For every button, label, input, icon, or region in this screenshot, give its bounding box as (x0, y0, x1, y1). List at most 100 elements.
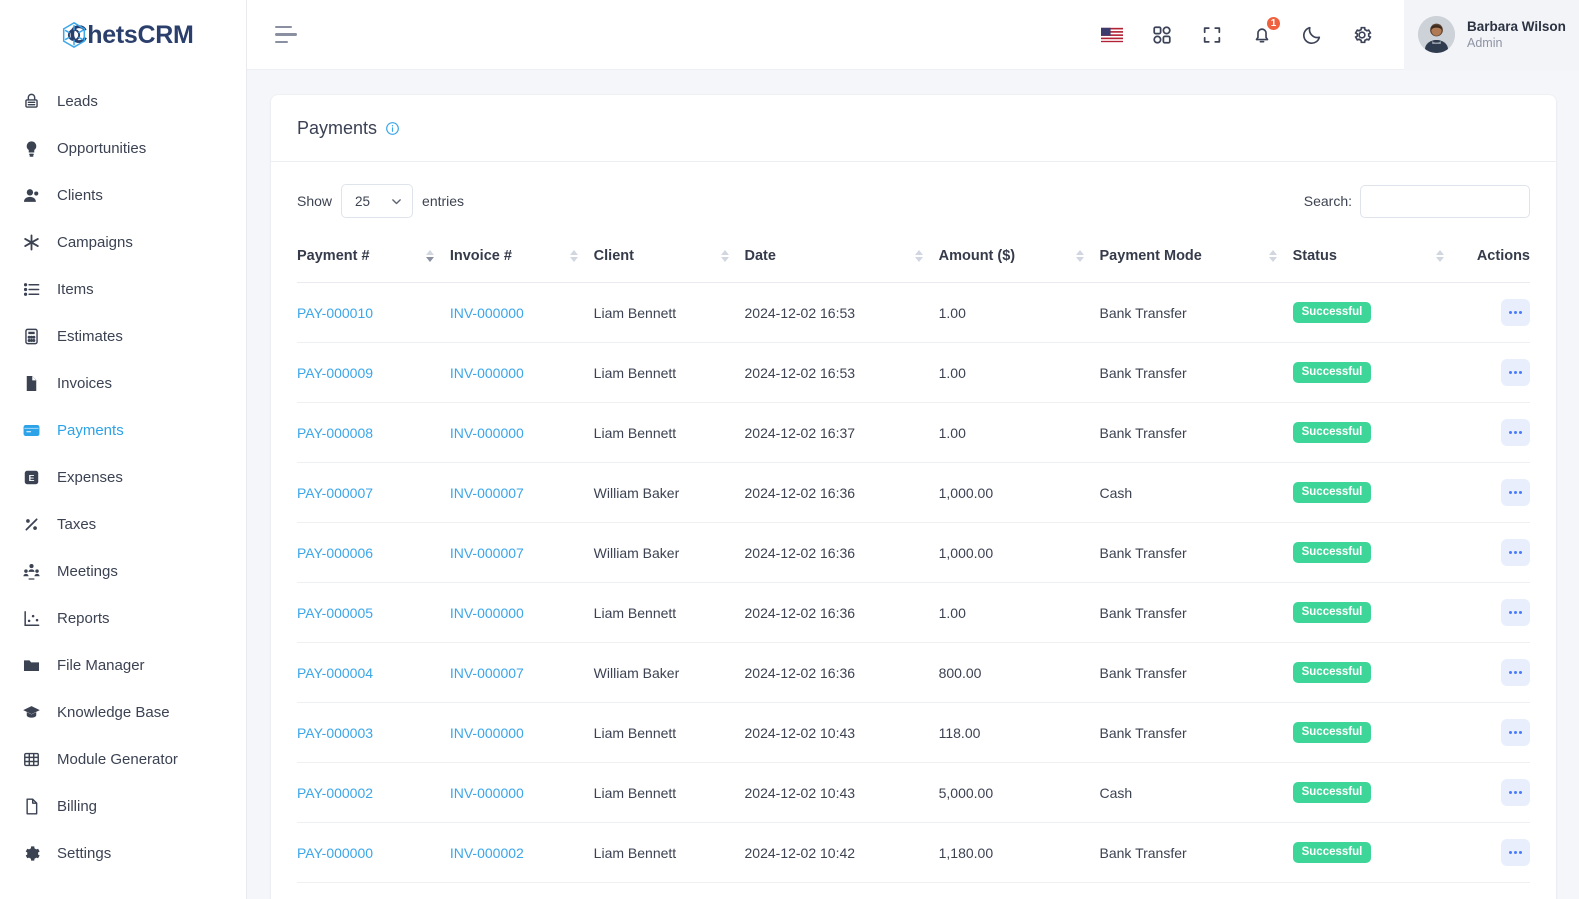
column-header-date[interactable]: Date (744, 238, 939, 283)
sidebar-item-opportunities[interactable]: Opportunities (0, 125, 246, 172)
sidebar-item-campaigns[interactable]: Campaigns (0, 219, 246, 266)
bell-icon[interactable]: 1 (1250, 14, 1282, 47)
sidebar-item-leads[interactable]: Leads (0, 78, 246, 125)
cell-payment-mode: Cash (1099, 462, 1293, 523)
invoice-link[interactable]: INV-000007 (450, 485, 524, 501)
sidebar-item-reports[interactable]: Reports (0, 595, 246, 642)
payment-link[interactable]: PAY-000004 (297, 665, 373, 681)
payment-link[interactable]: PAY-000006 (297, 545, 373, 561)
invoice-link[interactable]: INV-000000 (450, 605, 524, 621)
cell-date: 2024-12-02 16:37 (744, 402, 939, 463)
entries-label: entries (422, 193, 465, 209)
sidebar-item-taxes[interactable]: Taxes (0, 501, 246, 548)
status-badge: Successful (1292, 662, 1372, 683)
sidebar-item-module-generator[interactable]: Module Generator (0, 736, 246, 783)
sidebar-item-invoices[interactable]: Invoices (0, 360, 246, 407)
brand-logo-area[interactable]: ChetsCRM (0, 0, 246, 70)
fullscreen-icon[interactable] (1200, 23, 1224, 47)
invoice-link[interactable]: INV-000007 (450, 665, 524, 681)
sidebar-item-expenses[interactable]: E Expenses (0, 454, 246, 501)
status-badge: Successful (1292, 362, 1372, 383)
row-actions-button[interactable] (1501, 359, 1530, 386)
cell-payment: PAY-000010 (297, 282, 450, 343)
table-row: PAY-000002 INV-000000 Liam Bennett 2024-12-… (297, 762, 1530, 823)
cell-client: William Baker (593, 642, 745, 703)
invoice-link[interactable]: INV-000002 (450, 845, 524, 861)
invoice-link[interactable]: INV-000000 (450, 365, 524, 381)
sidebar-item-billing[interactable]: Billing (0, 783, 246, 830)
cell-amount: 1.00 (938, 582, 1100, 643)
cell-date: 2024-12-02 16:36 (744, 642, 939, 703)
payment-link[interactable]: PAY-000000 (297, 845, 373, 861)
invoice-link[interactable]: INV-000000 (450, 305, 524, 321)
cell-payment-mode: Cash (1099, 762, 1293, 823)
row-actions-button[interactable] (1501, 839, 1530, 866)
column-header-invoice[interactable]: Invoice # (449, 238, 594, 283)
notification-badge: 1 (1265, 14, 1282, 32)
info-circle-icon[interactable] (385, 121, 400, 136)
dark-mode-moon-icon[interactable] (1300, 23, 1324, 47)
cell-amount: 118.00 (938, 702, 1100, 763)
payment-link[interactable]: PAY-000003 (297, 725, 373, 741)
cell-payment: PAY-000006 (297, 522, 450, 583)
sidebar-item-file-manager[interactable]: File Manager (0, 642, 246, 689)
column-header-amount[interactable]: Amount ($) (938, 238, 1100, 283)
cell-amount: 1.00 (938, 402, 1100, 463)
payment-link[interactable]: PAY-000002 (297, 785, 373, 801)
cell-date: 2024-12-02 16:36 (744, 522, 939, 583)
column-header-status[interactable]: Status (1292, 238, 1460, 283)
row-actions-button[interactable] (1501, 419, 1530, 446)
content-area: Payments Show 1025 (247, 70, 1579, 899)
payment-link[interactable]: PAY-000005 (297, 605, 373, 621)
table-row: PAY-000005 INV-000000 Liam Bennett 2024-12-… (297, 582, 1530, 643)
cell-actions (1459, 522, 1530, 583)
payment-link[interactable]: PAY-000010 (297, 305, 373, 321)
row-actions-button[interactable] (1501, 539, 1530, 566)
status-badge: Successful (1292, 842, 1372, 863)
cell-invoice: INV-000007 (449, 462, 594, 523)
row-actions-button[interactable] (1501, 299, 1530, 326)
cell-payment-mode: Bank Transfer (1099, 402, 1293, 463)
sort-icon (914, 250, 923, 262)
column-header-payment-mode[interactable]: Payment Mode (1099, 238, 1293, 283)
calculator-icon (22, 327, 41, 346)
gear-icon[interactable] (1350, 23, 1374, 47)
sidebar-item-knowledge-base[interactable]: Knowledge Base (0, 689, 246, 736)
sidebar-item-items[interactable]: Items (0, 266, 246, 313)
invoice-link[interactable]: INV-000000 (450, 785, 524, 801)
row-actions-button[interactable] (1501, 719, 1530, 746)
hamburger-icon[interactable] (275, 25, 301, 45)
invoice-link[interactable]: INV-000000 (450, 725, 524, 741)
payment-link[interactable]: PAY-000009 (297, 365, 373, 381)
payment-link[interactable]: PAY-000007 (297, 485, 373, 501)
cell-status: Successful (1292, 702, 1460, 763)
apps-grid-icon[interactable] (1150, 23, 1174, 47)
cell-client: Liam Bennett (593, 702, 745, 763)
invoice-link[interactable]: INV-000007 (450, 545, 524, 561)
row-actions-button[interactable] (1501, 659, 1530, 686)
sidebar-item-payments[interactable]: Payments (0, 407, 246, 454)
sidebar-item-settings[interactable]: Settings (0, 830, 246, 877)
page-size-select[interactable]: 102550100 (341, 184, 414, 218)
row-actions-button[interactable] (1501, 779, 1530, 806)
flag-us-icon[interactable] (1100, 23, 1124, 47)
user-menu[interactable]: Barbara Wilson Admin (1404, 0, 1579, 70)
cell-invoice: INV-000000 (449, 402, 594, 463)
avatar (1418, 16, 1455, 53)
row-actions-button[interactable] (1501, 479, 1530, 506)
sidebar-item-label: Knowledge Base (57, 704, 170, 721)
payments-table: Payment # Invoice # Client Date Amount (… (297, 238, 1530, 883)
sidebar-item-estimates[interactable]: Estimates (0, 313, 246, 360)
search-input[interactable] (1360, 184, 1530, 218)
column-header-client[interactable]: Client (593, 238, 745, 283)
invoice-link[interactable]: INV-000000 (450, 425, 524, 441)
sidebar-item-meetings[interactable]: Meetings (0, 548, 246, 595)
column-header-payment[interactable]: Payment # (297, 238, 450, 283)
cell-date: 2024-12-02 10:43 (744, 762, 939, 823)
table-header-row: Payment # Invoice # Client Date Amount (… (297, 238, 1530, 283)
row-actions-button[interactable] (1501, 599, 1530, 626)
sidebar-item-clients[interactable]: Clients (0, 172, 246, 219)
payment-link[interactable]: PAY-000008 (297, 425, 373, 441)
cell-amount: 1.00 (938, 282, 1100, 343)
cell-status: Successful (1292, 402, 1460, 463)
